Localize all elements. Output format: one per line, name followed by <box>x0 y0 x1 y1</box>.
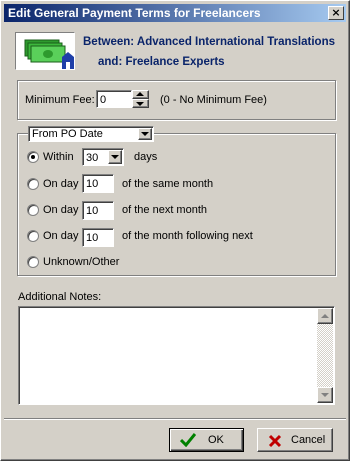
between-label: Between: Advanced International Translat… <box>83 36 335 48</box>
arrow-down-icon <box>321 393 329 397</box>
unknown-other-radio[interactable] <box>27 256 39 268</box>
unknown-other-label: Unknown/Other <box>43 256 120 268</box>
notes-textarea[interactable] <box>18 306 335 405</box>
same-month-day-input[interactable]: 10 <box>82 174 114 193</box>
cancel-x-icon <box>268 434 282 448</box>
next-month-suffix: of the next month <box>122 204 207 216</box>
next-month-day-input[interactable]: 10 <box>82 201 114 220</box>
date-basis-value: From PO Date <box>32 128 103 140</box>
within-days-dropdown-button[interactable] <box>108 150 122 164</box>
within-label: Within <box>43 151 74 163</box>
same-month-suffix: of the same month <box>122 178 214 190</box>
chevron-down-icon <box>111 155 119 159</box>
scroll-up-button[interactable] <box>317 308 333 324</box>
close-button[interactable]: × <box>328 6 344 20</box>
arrow-down-icon <box>136 102 144 106</box>
chevron-down-icon <box>141 132 149 136</box>
on-day-label: On day <box>43 178 79 190</box>
on-day-following-next-radio[interactable] <box>27 230 39 242</box>
scroll-down-button[interactable] <box>317 387 333 403</box>
within-days-value: 30 <box>86 152 99 164</box>
ok-button[interactable]: OK <box>169 428 244 452</box>
arrow-up-icon <box>136 92 144 96</box>
on-day-same-month-radio[interactable] <box>27 178 39 190</box>
minimum-fee-hint: (0 - No Minimum Fee) <box>160 94 267 106</box>
following-next-day-input[interactable]: 10 <box>82 228 114 247</box>
following-next-suffix: of the month following next <box>122 230 253 242</box>
window-title: Edit General Payment Terms for Freelance… <box>8 6 261 20</box>
checkmark-icon <box>180 433 196 447</box>
cancel-button-label: Cancel <box>291 434 326 446</box>
within-radio[interactable] <box>27 151 39 163</box>
on-day-label: On day <box>43 204 79 216</box>
footer-separator <box>4 418 346 420</box>
date-basis-dropdown-button[interactable] <box>138 128 152 140</box>
and-label: and: Freelance Experts <box>98 56 225 68</box>
within-suffix: days <box>134 151 158 163</box>
minimum-fee-spin-up[interactable] <box>132 90 149 99</box>
notes-label: Additional Notes: <box>18 291 102 303</box>
title-bar[interactable]: Edit General Payment Terms for Freelance… <box>4 4 346 22</box>
minimum-fee-label: Minimum Fee: <box>25 94 95 106</box>
on-day-next-month-radio[interactable] <box>27 204 39 216</box>
dialog-window: Edit General Payment Terms for Freelance… <box>0 0 350 461</box>
close-icon: × <box>331 6 341 19</box>
minimum-fee-spin-down[interactable] <box>132 99 149 108</box>
cancel-button[interactable]: Cancel <box>257 428 333 452</box>
arrow-up-icon <box>321 314 329 318</box>
date-basis-select[interactable]: From PO Date <box>28 126 154 142</box>
minimum-fee-input[interactable]: 0 <box>96 90 132 108</box>
on-day-label: On day <box>43 230 79 242</box>
ok-button-label: OK <box>208 434 224 446</box>
money-icon <box>15 32 75 70</box>
